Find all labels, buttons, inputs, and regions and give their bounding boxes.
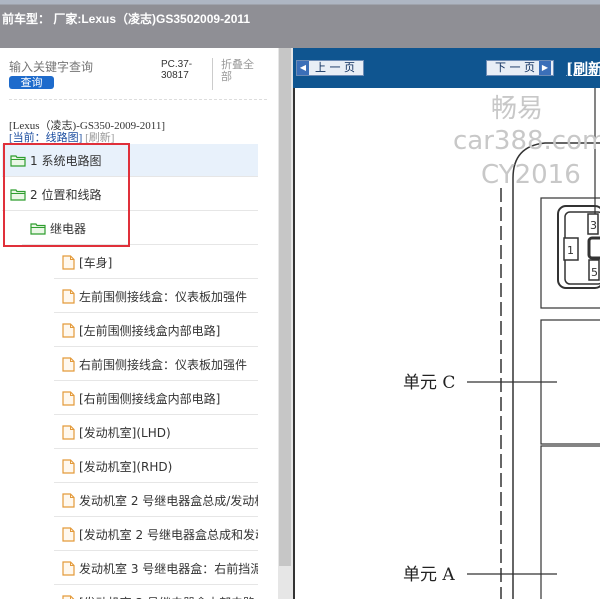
next-page-button[interactable]: 下 一 页 ▶ [486,60,554,76]
unit-a-label: 单元 A [403,565,455,585]
unit-a-block [540,445,600,603]
file-icon [62,458,75,474]
pin-label: 5 [591,266,598,279]
tree-item[interactable]: 发动机室 2 号继电器盒总成/发动机 [54,484,258,517]
file-icon [62,322,75,338]
prev-page-button[interactable]: ◀ 上 一 页 [296,60,364,76]
search-button[interactable]: 查询 [9,76,54,89]
unit-c-label: 单元 C [403,373,455,393]
viewer-panel: ◀ 上 一 页 下 一 页 ▶ [刷新 3 1 5 单元 C 单元 A 畅易 c… [293,48,600,603]
window-title: 前车型： 厂家:Lexus（凌志)GS3502009-2011 [2,12,251,26]
scrollbar-thumb[interactable] [279,48,291,566]
collapse-all-link[interactable]: 折叠全部 [221,59,261,83]
tree-scrollbar[interactable] [278,48,293,599]
tree-item-label: [发动机室 2 号继电器盒总成和发动 [79,527,258,542]
viewer-toolbar: ◀ 上 一 页 下 一 页 ▶ [刷新 [293,48,600,88]
tree-item-label: [车身] [79,255,113,270]
tree-item[interactable]: [发动机室 2 号继电器盒总成和发动 [54,518,258,551]
pc-code: PC.37-30817 [161,59,193,81]
tree-item[interactable]: [右前围侧接线盒内部电路] [54,382,258,415]
pin-label: 3 [590,219,597,232]
tree-item-label: 发动机室 3 号继电器盒：右前挡泥 [79,561,258,576]
tree-item[interactable]: [发动机室](RHD) [54,450,258,483]
viewer-refresh-link[interactable]: [刷新 [566,58,600,79]
tree-item[interactable]: 右前围侧接线盒：仪表板加强件 [54,348,258,381]
wiring-diagram: 3 1 5 单元 C 单元 A 畅易 car388.com CY2016 [293,88,600,603]
file-icon [62,390,75,406]
tree-item-label: 左前围侧接线盒：仪表板加强件 [79,289,248,304]
pin-label: 1 [567,244,574,257]
tree-item-label: 发动机室 2 号继电器盒总成/发动机 [79,493,258,508]
tree-item-label: [发动机室](RHD) [79,459,173,474]
separator [9,99,267,100]
tree-item-label: [发动机室](LHD) [79,425,171,440]
arrow-left-icon: ◀ [297,61,309,75]
file-icon [62,492,75,508]
file-icon [62,254,75,270]
file-icon [62,356,75,372]
title-bar: 前车型： 厂家:Lexus（凌志)GS3502009-2011 [0,0,600,48]
watermark-text: car388.com [453,126,600,156]
left-panel: 查询 PC.37-30817 折叠全部 [Lexus（凌志)-GS350-200… [0,48,278,599]
tree-item[interactable]: [车身] [54,246,258,279]
divider [212,58,213,90]
tree-item[interactable]: [左前围侧接线盒内部电路] [54,314,258,347]
tree-item[interactable]: 左前围侧接线盒：仪表板加强件 [54,280,258,313]
file-icon [62,424,75,440]
tree-item[interactable]: [发动机室 3 号继电器盒内部电路 [54,586,258,599]
search-input[interactable] [9,60,149,74]
tree-item-label: [发动机室 3 号继电器盒内部电路 [79,594,255,600]
arrow-right-icon: ▶ [539,61,551,75]
tree-item[interactable]: 发动机室 3 号继电器盒：右前挡泥 [54,552,258,585]
watermark-text: CY2016 [481,160,581,190]
watermark-text: 畅易 [491,94,544,124]
tree-item[interactable]: [发动机室](LHD) [54,416,258,449]
file-icon [62,288,75,304]
highlight-box [3,143,130,247]
tree-item-label: 右前围侧接线盒：仪表板加强件 [79,357,248,372]
tree-item-label: [左前围侧接线盒内部电路] [79,323,221,338]
file-icon [62,594,75,599]
file-icon [62,560,75,576]
file-icon [62,526,75,542]
tree-item-label: [右前围侧接线盒内部电路] [79,391,221,406]
